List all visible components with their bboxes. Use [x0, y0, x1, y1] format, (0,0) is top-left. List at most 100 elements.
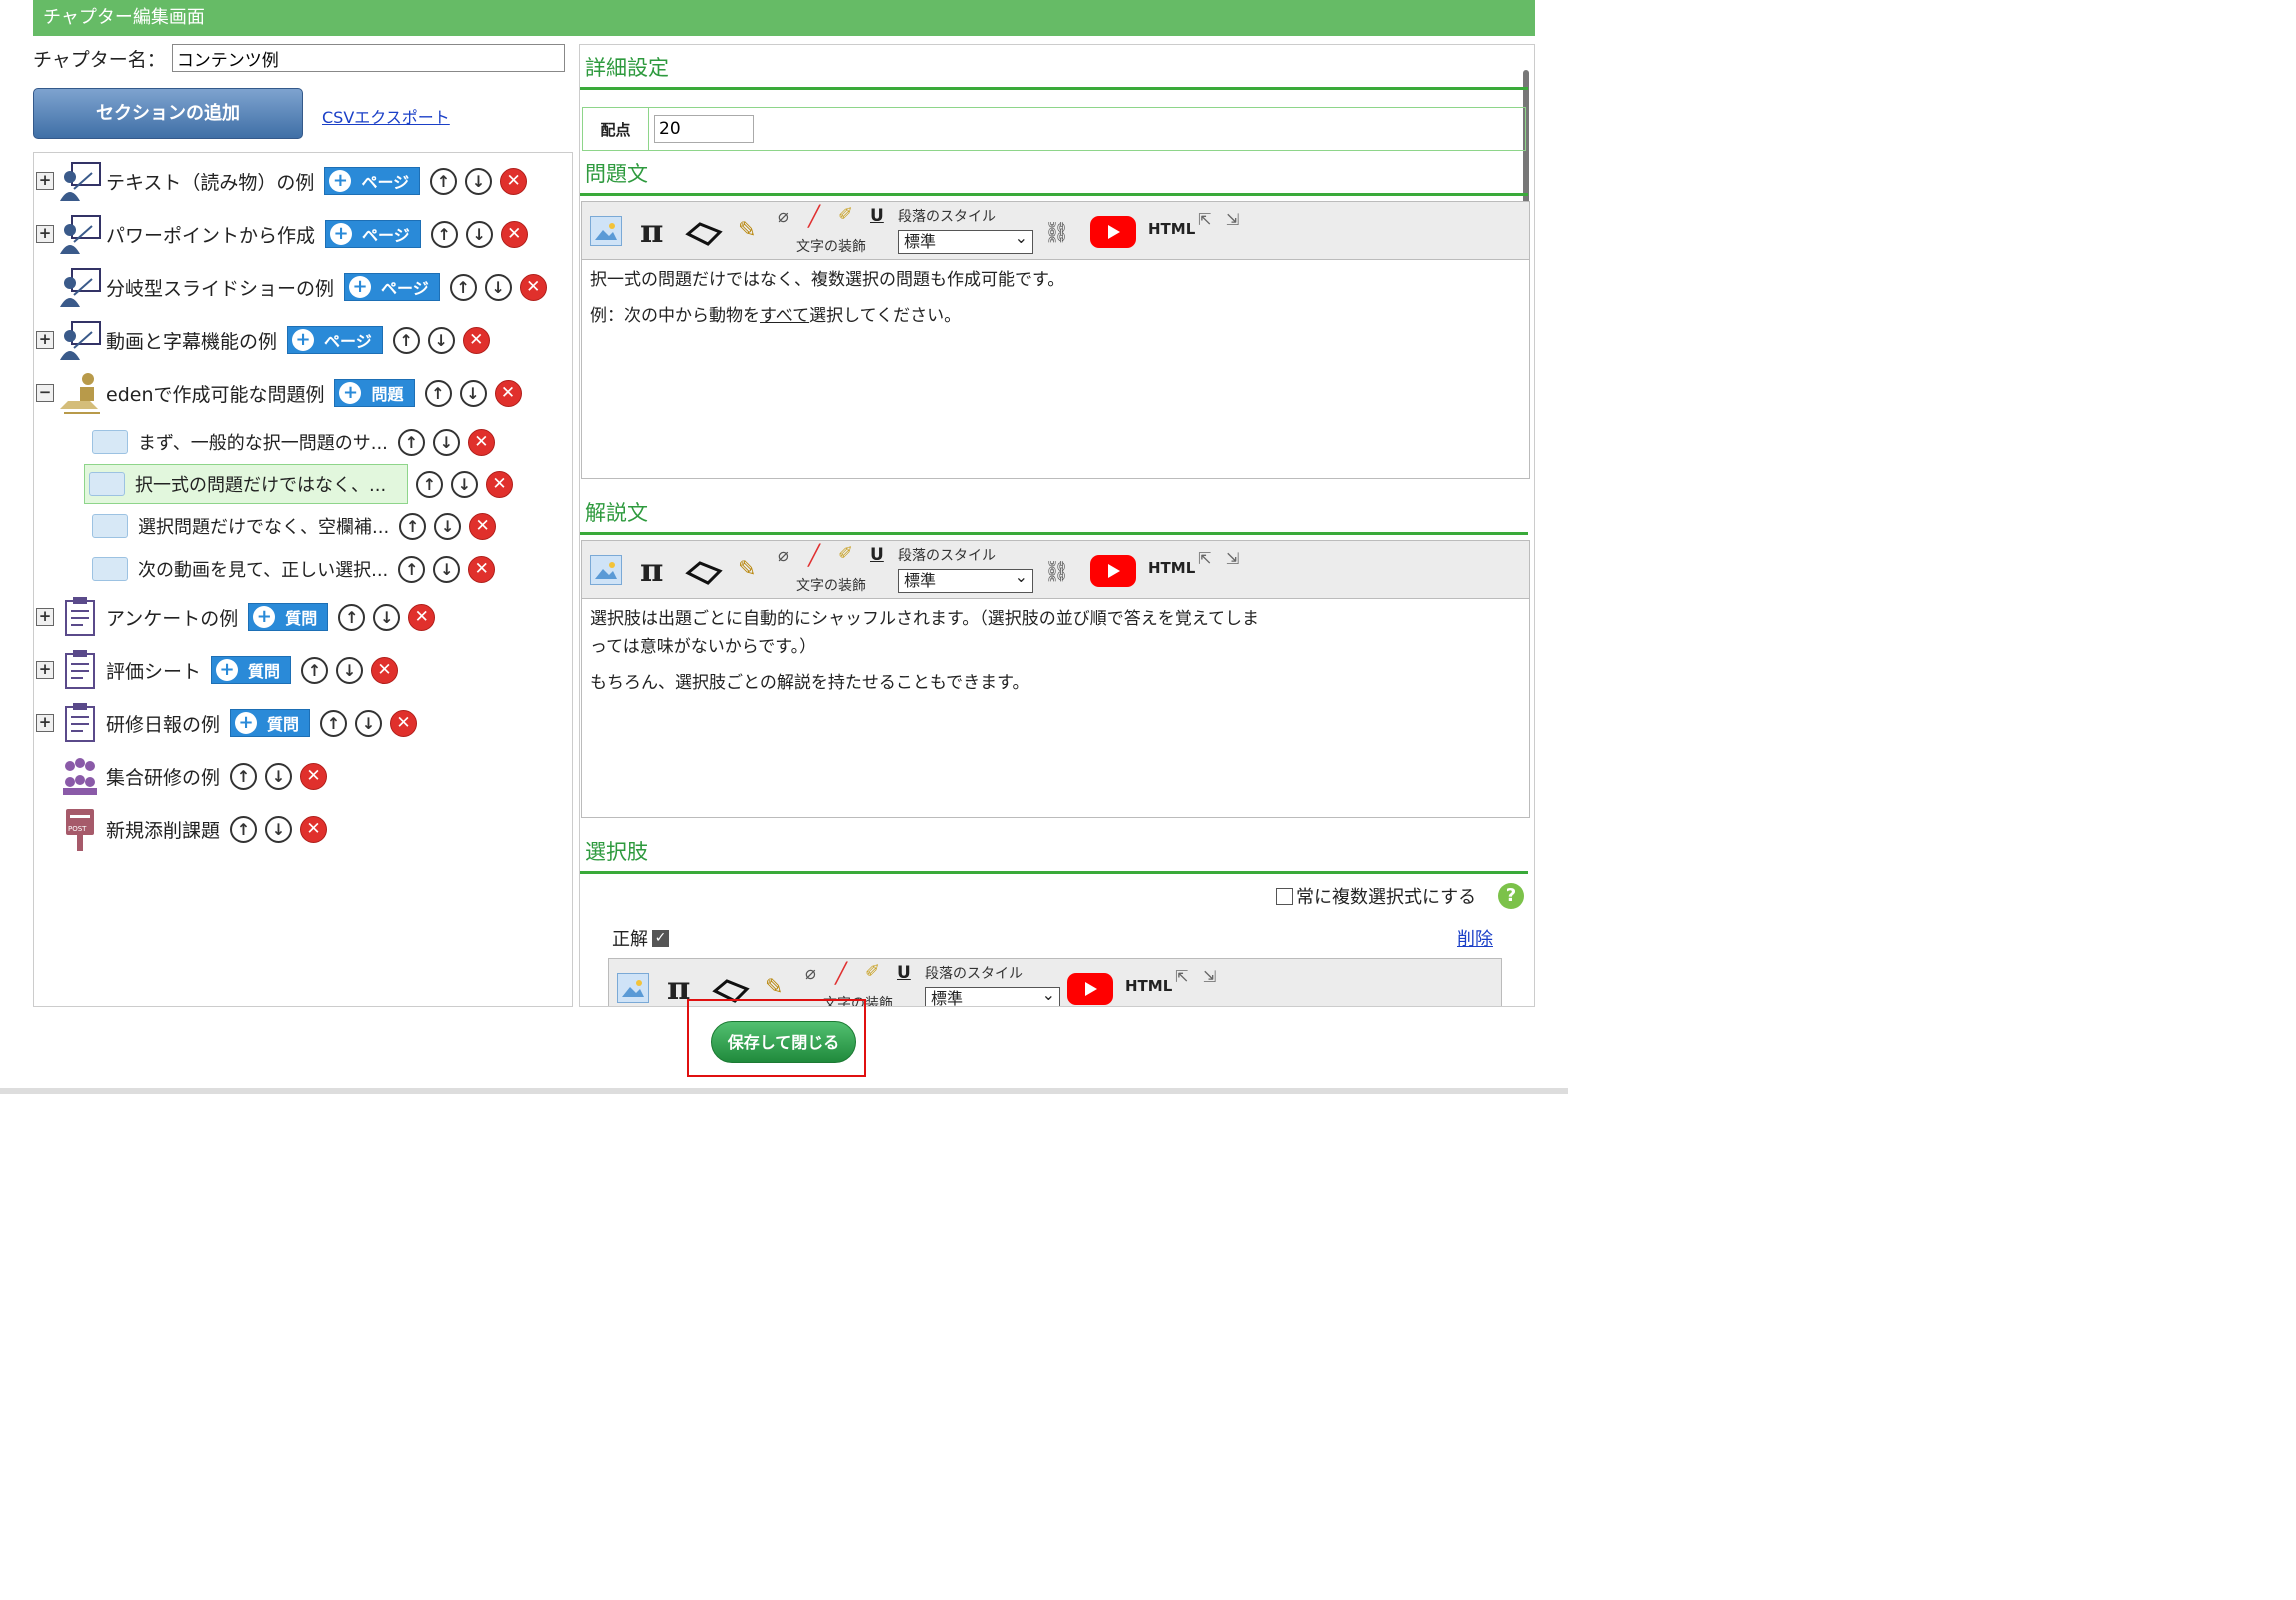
delete-icon[interactable]: ✕ [408, 603, 436, 631]
youtube-icon[interactable] [1090, 555, 1136, 587]
youtube-icon[interactable] [1067, 973, 1113, 1005]
tree-item[interactable]: + 動画と字幕機能の例 + ページ ↑ ↓ ✕ [36, 320, 490, 360]
expand-icon[interactable]: + [36, 331, 54, 349]
move-up-icon[interactable]: ↑ [230, 762, 258, 790]
highlighter-icon[interactable]: ✐ [838, 543, 853, 564]
delete-icon[interactable]: ✕ [390, 709, 418, 737]
add-survey-question-button[interactable]: + 質問 [248, 603, 329, 631]
move-down-icon[interactable]: ↓ [434, 512, 462, 540]
delete-icon[interactable]: ✕ [500, 220, 528, 248]
expand-arrow-icon[interactable]: ⇱ [1198, 549, 1211, 568]
shrink-arrow-icon[interactable]: ⇲ [1226, 210, 1239, 229]
add-question-button[interactable]: + 問題 [334, 379, 415, 407]
expand-icon[interactable]: + [36, 714, 54, 732]
explanation-editor[interactable]: π ✎ ⌀ ╱ ✐ U 文字の装飾 段落のスタイル 標準 ⛓ HTML ⇱ ⇲ … [581, 540, 1530, 818]
expand-icon[interactable]: + [36, 661, 54, 679]
move-down-icon[interactable]: ↓ [465, 220, 493, 248]
red-pen-icon[interactable]: ╱ [835, 961, 847, 985]
highlighter-icon[interactable]: ✐ [865, 961, 880, 982]
add-survey-question-button[interactable]: + 質問 [230, 709, 311, 737]
shrink-arrow-icon[interactable]: ⇲ [1226, 549, 1239, 568]
delete-icon[interactable]: ✕ [500, 167, 528, 195]
underline-icon[interactable]: U [897, 963, 911, 983]
editor-content[interactable]: 択一式の問題だけではなく、複数選択の問題も作成可能です。 例：次の中から動物をす… [582, 260, 1529, 344]
move-up-icon[interactable]: ↑ [430, 167, 458, 195]
move-down-icon[interactable]: ↓ [459, 379, 487, 407]
tree-item[interactable]: 分岐型スライドショーの例 + ページ ↑ ↓ ✕ [58, 267, 547, 307]
expand-arrow-icon[interactable]: ⇱ [1175, 967, 1188, 986]
move-down-icon[interactable]: ↓ [451, 470, 478, 498]
move-up-icon[interactable]: ↑ [392, 326, 420, 354]
delete-icon[interactable]: ✕ [486, 470, 513, 498]
tree-item[interactable]: + 研修日報の例 + 質問 ↑ ↓ ✕ [36, 703, 418, 743]
move-up-icon[interactable]: ↑ [398, 555, 426, 583]
move-up-icon[interactable]: ↑ [301, 656, 329, 684]
move-down-icon[interactable]: ↓ [432, 428, 460, 456]
image-icon[interactable] [617, 973, 649, 1003]
paragraph-style-select[interactable]: 標準 [898, 227, 1033, 254]
shrink-arrow-icon[interactable]: ⇲ [1203, 967, 1216, 986]
image-icon[interactable] [590, 216, 622, 246]
html-source-button[interactable]: HTML [1148, 220, 1195, 238]
move-down-icon[interactable]: ↓ [465, 167, 493, 195]
tree-item[interactable]: + アンケートの例 + 質問 ↑ ↓ ✕ [36, 597, 436, 637]
tree-item[interactable]: + パワーポイントから作成 + ページ ↑ ↓ ✕ [36, 214, 528, 254]
move-up-icon[interactable]: ↑ [449, 273, 477, 301]
collapse-icon[interactable]: − [36, 384, 54, 402]
add-page-button[interactable]: + ページ [287, 326, 383, 354]
move-down-icon[interactable]: ↓ [265, 815, 293, 843]
move-up-icon[interactable]: ↑ [424, 379, 452, 407]
tree-item[interactable]: POST 新規添削課題 ↑ ↓ ✕ [58, 809, 328, 851]
selected-highlight[interactable]: 択一式の問題だけではなく、... [84, 464, 408, 504]
highlighter-icon[interactable]: ✐ [838, 204, 853, 225]
always-multi-row[interactable]: 常に複数選択式にする [1276, 883, 1476, 909]
underline-icon[interactable]: U [870, 545, 884, 565]
paragraph-style-select[interactable]: 標準 [898, 566, 1033, 593]
tree-item[interactable]: + 評価シート + 質問 ↑ ↓ ✕ [36, 650, 399, 690]
tree-item[interactable]: − edenで作成可能な問題例 + 問題 ↑ ↓ ✕ [36, 373, 522, 414]
brush-icon[interactable]: ✎ [738, 557, 756, 582]
delete-icon[interactable]: ✕ [462, 326, 490, 354]
expand-arrow-icon[interactable]: ⇱ [1198, 210, 1211, 229]
tree-item[interactable]: 集合研修の例 ↑ ↓ ✕ [58, 756, 328, 796]
link-icon[interactable]: ⛓ [1044, 220, 1069, 244]
link-icon[interactable]: ⛓ [1044, 559, 1069, 583]
image-icon[interactable] [590, 555, 622, 585]
correct-checkbox[interactable]: ✓ [652, 929, 669, 947]
add-page-button[interactable]: + ページ [325, 220, 421, 248]
delete-icon[interactable]: ✕ [300, 815, 328, 843]
always-multi-checkbox[interactable] [1276, 887, 1293, 905]
delete-icon[interactable]: ✕ [300, 762, 328, 790]
move-up-icon[interactable]: ↑ [430, 220, 458, 248]
delete-icon[interactable]: ✕ [467, 428, 495, 456]
move-down-icon[interactable]: ↓ [427, 326, 455, 354]
save-and-close-button[interactable]: 保存して閉じる [711, 1021, 856, 1063]
move-down-icon[interactable]: ↓ [373, 603, 401, 631]
clear-format-icon[interactable]: ⌀ [805, 963, 816, 984]
add-page-button[interactable]: + ページ [344, 273, 440, 301]
move-up-icon[interactable]: ↑ [230, 815, 258, 843]
delete-choice-link[interactable]: 削除 [1457, 925, 1493, 951]
underline-icon[interactable]: U [870, 206, 884, 226]
math-pi-icon[interactable]: π [640, 551, 663, 589]
red-pen-icon[interactable]: ╱ [808, 204, 820, 228]
clear-format-icon[interactable]: ⌀ [778, 206, 789, 227]
clear-format-icon[interactable]: ⌀ [778, 545, 789, 566]
move-up-icon[interactable]: ↑ [399, 512, 427, 540]
youtube-icon[interactable] [1090, 216, 1136, 248]
move-up-icon[interactable]: ↑ [416, 470, 443, 498]
eraser-icon[interactable] [684, 218, 724, 248]
delete-icon[interactable]: ✕ [371, 656, 399, 684]
delete-icon[interactable]: ✕ [468, 555, 496, 583]
csv-export-link[interactable]: CSVエクスポート [322, 104, 450, 128]
move-down-icon[interactable]: ↓ [336, 656, 364, 684]
move-up-icon[interactable]: ↑ [320, 709, 348, 737]
move-down-icon[interactable]: ↓ [484, 273, 512, 301]
expand-icon[interactable]: + [36, 608, 54, 626]
brush-icon[interactable]: ✎ [738, 218, 756, 243]
help-icon[interactable]: ? [1498, 883, 1524, 909]
question-item[interactable]: 選択問題だけでなく、空欄補... ↑ ↓ ✕ [92, 506, 497, 546]
question-item[interactable]: まず、一般的な択一問題のサ... ↑ ↓ ✕ [92, 422, 495, 462]
html-source-button[interactable]: HTML [1125, 977, 1172, 995]
chapter-name-input[interactable] [171, 44, 565, 72]
